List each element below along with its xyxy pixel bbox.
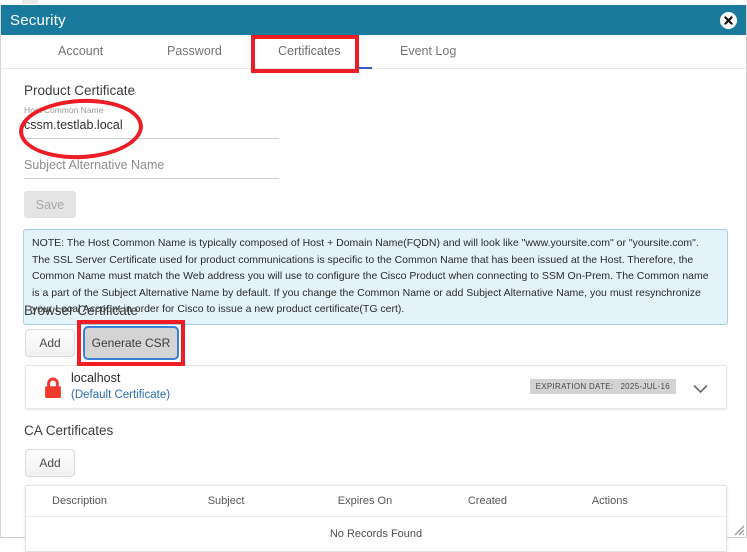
tab-password[interactable]: Password — [167, 44, 222, 58]
empty-message: No Records Found — [329, 528, 423, 540]
add-ca-certificate-button[interactable]: Add — [25, 449, 75, 477]
add-browser-certificate-button[interactable]: Add — [25, 329, 75, 357]
table-header-row: Description Subject Expires On Created A… — [26, 486, 726, 517]
expiration-date-badge: EXPIRATION DATE: 2025-JUL-16 — [529, 379, 676, 394]
dialog-title-bar: Security — [1, 5, 746, 35]
security-dialog: Security Account Password Certificates E… — [0, 5, 747, 552]
tab-certificates[interactable]: Certificates — [278, 44, 341, 58]
subject-alternative-name-underline — [24, 178, 279, 179]
host-common-name-label: Host Common Name — [24, 105, 104, 115]
browser-certificate-heading: Browser Certificate — [24, 303, 139, 318]
resize-handle-icon[interactable] — [731, 522, 745, 536]
chevron-down-icon — [693, 385, 708, 394]
window-top-artifact — [22, 0, 38, 4]
browser-certificate-row[interactable]: localhost (Default Certificate) EXPIRATI… — [25, 365, 727, 409]
host-common-name-value: cssm.testlab.local — [24, 118, 123, 132]
certificate-default-link[interactable]: (Default Certificate) — [71, 389, 170, 401]
certificate-expand-button[interactable] — [693, 381, 708, 399]
subject-alternative-name-placeholder: Subject Alternative Name — [24, 158, 165, 172]
column-header-description[interactable]: Description — [26, 486, 208, 517]
ca-certificates-heading: CA Certificates — [24, 423, 114, 438]
lock-icon — [45, 377, 61, 398]
save-button[interactable]: Save — [24, 191, 76, 218]
host-common-name-field[interactable]: Host Common Name cssm.testlab.local — [24, 105, 279, 139]
tab-account[interactable]: Account — [58, 44, 103, 58]
certificate-name: localhost — [71, 371, 121, 385]
host-common-name-underline — [24, 138, 279, 139]
column-header-expires-on[interactable]: Expires On — [337, 486, 468, 517]
column-header-actions[interactable]: Actions — [591, 486, 726, 517]
column-header-created[interactable]: Created — [467, 486, 592, 517]
product-certificate-heading: Product Certificate — [24, 83, 136, 98]
expiration-date-value: 2025-JUL-16 — [620, 382, 670, 391]
subject-alternative-name-field[interactable]: Subject Alternative Name — [24, 156, 279, 179]
table-empty-row: No Records Found — [26, 517, 726, 552]
tab-event-log[interactable]: Event Log — [400, 44, 456, 58]
ca-certificates-table: Description Subject Expires On Created A… — [25, 485, 727, 552]
tab-bar: Account Password Certificates Event Log — [1, 35, 746, 69]
close-button[interactable] — [720, 12, 737, 29]
page-title: Security — [10, 11, 66, 29]
expiration-date-label: EXPIRATION DATE: — [535, 382, 614, 391]
generate-csr-button[interactable]: Generate CSR — [83, 326, 179, 360]
active-tab-indicator — [356, 67, 372, 69]
column-header-subject[interactable]: Subject — [207, 486, 338, 517]
close-icon — [722, 14, 735, 27]
